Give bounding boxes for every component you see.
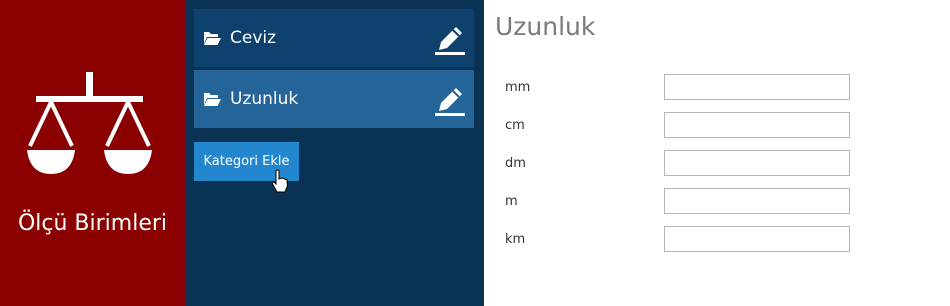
scale-icon <box>27 72 152 174</box>
app-brand-panel: Ölçü Birimleri <box>0 0 185 306</box>
unit-label: dm <box>505 156 526 171</box>
category-item-ceviz[interactable]: Ceviz <box>194 9 474 67</box>
unit-input-dm[interactable] <box>664 150 850 176</box>
category-label: Uzunluk <box>230 89 299 109</box>
unit-row-m: m <box>505 188 945 216</box>
unit-label: mm <box>505 80 531 95</box>
unit-row-km: km <box>505 226 945 254</box>
app-title: Ölçü Birimleri <box>17 211 168 236</box>
unit-input-cm[interactable] <box>664 112 850 138</box>
category-panel: Ceviz Uzunluk Kategori Ekle <box>185 0 484 306</box>
page-title: Uzunluk <box>495 12 596 41</box>
category-item-uzunluk[interactable]: Uzunluk <box>194 70 474 128</box>
pencil-icon[interactable] <box>434 22 466 55</box>
folder-open-icon <box>204 93 221 106</box>
unit-content: Uzunluk mm cm dm m km <box>484 0 950 306</box>
folder-open-icon <box>204 32 221 45</box>
unit-label: m <box>505 194 518 209</box>
unit-row-cm: cm <box>505 112 945 140</box>
unit-label: km <box>505 232 526 247</box>
hand-cursor-icon <box>271 169 289 193</box>
category-label: Ceviz <box>230 28 277 48</box>
pencil-icon[interactable] <box>434 83 466 116</box>
unit-row-dm: dm <box>505 150 945 178</box>
unit-input-km[interactable] <box>664 226 850 252</box>
unit-input-mm[interactable] <box>664 74 850 100</box>
unit-label: cm <box>505 118 525 133</box>
unit-row-mm: mm <box>505 74 945 102</box>
unit-input-m[interactable] <box>664 188 850 214</box>
